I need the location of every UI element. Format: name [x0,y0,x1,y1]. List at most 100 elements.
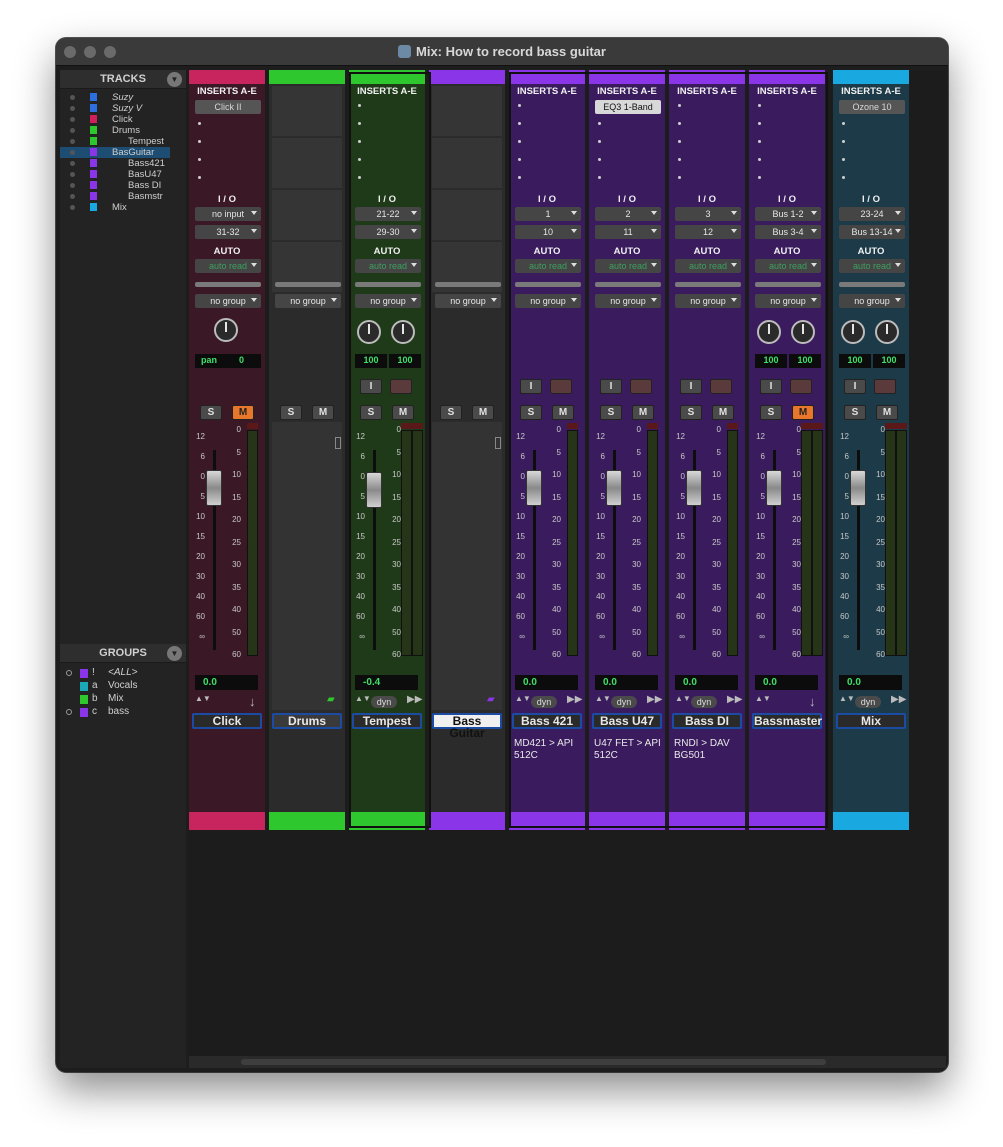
output-selector[interactable]: Bus 3-4 [755,225,821,239]
mute-button[interactable]: M [312,405,334,420]
record-enable-button[interactable] [710,379,732,394]
insert-slot[interactable] [518,158,521,161]
input-selector[interactable]: Bus 1-2 [755,207,821,221]
volume-fader[interactable] [606,470,622,506]
group-selector[interactable]: no group [675,294,741,308]
input-monitor-button[interactable]: I [844,379,866,394]
insert-slot[interactable] [842,122,845,125]
groups-menu-button[interactable]: ▼ [167,646,182,661]
solo-button[interactable]: S [360,405,382,420]
automation-mode-selector[interactable]: auto read [755,259,821,273]
pan-knob-right[interactable] [391,320,415,344]
playlist-arrows-icon[interactable]: ▶▶ [891,694,906,705]
group-list-item[interactable]: ! <ALL> [60,667,170,680]
dyn-toggle[interactable]: dyn [691,696,717,708]
track-list-item[interactable]: Drums [60,125,170,136]
record-enable-button[interactable] [550,379,572,394]
input-selector[interactable]: 21-22 [355,207,421,221]
track-list-item[interactable]: Suzy V [60,103,170,114]
solo-button[interactable]: S [520,405,542,420]
group-selector[interactable]: no group [595,294,661,308]
insert-slot[interactable] [842,176,845,179]
insert-slot[interactable] [842,140,845,143]
group-selector[interactable]: no group [755,294,821,308]
track-name-button[interactable]: Bass DI [672,713,742,729]
track-list-item[interactable]: Bass421 [60,158,170,169]
track-height-arrows-icon[interactable]: ▲▼ [195,694,211,703]
automation-mode-selector[interactable]: auto read [839,259,905,273]
mute-button[interactable]: M [472,405,494,420]
track-height-arrows-icon[interactable]: ▲▼ [755,694,771,703]
track-list-item[interactable]: Bass DI [60,180,170,191]
dyn-toggle[interactable]: dyn [611,696,637,708]
track-list-item[interactable]: BasGuitar [60,147,170,158]
insert-slot[interactable] [678,122,681,125]
track-name-button[interactable]: Bassmaster [752,713,822,729]
insert-slot[interactable] [198,158,201,161]
track-height-arrows-icon[interactable]: ▲▼ [355,694,371,703]
output-selector[interactable]: 29-30 [355,225,421,239]
playlist-arrows-icon[interactable]: ▶▶ [647,694,662,705]
dyn-toggle[interactable]: dyn [855,696,881,708]
insert-slot[interactable] [758,122,761,125]
solo-button[interactable]: S [200,405,222,420]
track-height-arrows-icon[interactable]: ▲▼ [595,694,611,703]
input-monitor-button[interactable]: I [680,379,702,394]
track-list-item[interactable]: Click [60,114,170,125]
track-list-item[interactable]: Mix [60,202,170,213]
solo-button[interactable]: S [440,405,462,420]
group-list-item[interactable]: c bass [60,706,170,719]
automation-mode-selector[interactable]: auto read [595,259,661,273]
insert-slot[interactable] [358,176,361,179]
input-selector[interactable]: 1 [515,207,581,221]
input-selector[interactable]: 3 [675,207,741,221]
mute-button[interactable]: M [792,405,814,420]
insert-slot-1[interactable] [518,104,521,107]
pan-knob-left[interactable] [357,320,381,344]
pan-knob[interactable] [214,318,238,342]
playlist-arrows-icon[interactable]: ▶▶ [407,694,422,705]
dyn-toggle[interactable]: dyn [371,696,397,708]
track-height-arrows-icon[interactable]: ▲▼ [675,694,691,703]
insert-slot-1[interactable] [678,104,681,107]
mute-button[interactable]: M [876,405,898,420]
insert-slot[interactable] [758,176,761,179]
solo-button[interactable]: S [600,405,622,420]
mute-button[interactable]: M [632,405,654,420]
input-monitor-button[interactable]: I [760,379,782,394]
track-name-button[interactable]: Bass U47 [592,713,662,729]
insert-slot[interactable] [518,140,521,143]
insert-slot-1[interactable]: Click II [195,100,261,114]
group-selector[interactable]: no group [435,294,501,308]
input-selector[interactable]: no input [195,207,261,221]
track-name-button[interactable]: Bass 421 [512,713,582,729]
group-list-item[interactable]: b Mix [60,693,170,706]
output-selector[interactable]: 10 [515,225,581,239]
track-list-item[interactable]: Tempest [60,136,170,147]
record-enable-button[interactable] [790,379,812,394]
output-selector[interactable]: 11 [595,225,661,239]
solo-button[interactable]: S [760,405,782,420]
insert-slot[interactable] [198,140,201,143]
track-list-item[interactable]: Suzy [60,92,170,103]
solo-button[interactable]: S [680,405,702,420]
group-selector[interactable]: no group [839,294,905,308]
mute-button[interactable]: M [232,405,254,420]
output-selector[interactable]: 12 [675,225,741,239]
group-selector[interactable]: no group [355,294,421,308]
automation-mode-selector[interactable]: auto read [675,259,741,273]
input-selector[interactable]: 23-24 [839,207,905,221]
pan-knob-right[interactable] [875,320,899,344]
volume-fader[interactable] [850,470,866,506]
insert-slot[interactable] [518,176,521,179]
scrollbar-thumb[interactable] [241,1059,826,1065]
automation-mode-selector[interactable]: auto read [355,259,421,273]
mute-button[interactable]: M [552,405,574,420]
horizontal-scrollbar[interactable] [189,1056,946,1068]
insert-slot[interactable] [678,140,681,143]
output-selector[interactable]: Bus 13-14 [839,225,905,239]
input-selector[interactable]: 2 [595,207,661,221]
insert-slot[interactable] [518,122,521,125]
group-selector[interactable]: no group [515,294,581,308]
insert-slot[interactable] [842,158,845,161]
